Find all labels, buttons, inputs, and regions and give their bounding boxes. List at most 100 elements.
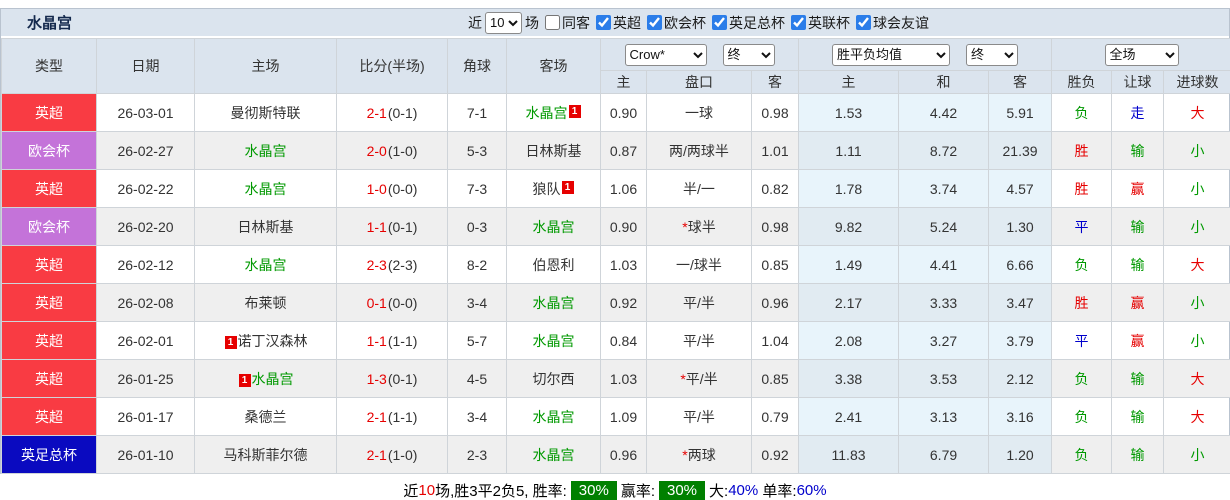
filter-checkbox[interactable] — [545, 15, 560, 30]
filter-item[interactable]: 同客 — [545, 13, 590, 33]
team-name[interactable]: 水晶宫 — [526, 105, 568, 121]
team-name[interactable]: 诺丁汉森林 — [238, 333, 308, 349]
corner-cell: 7-3 — [447, 169, 507, 208]
home-team-cell: 1 水晶宫 — [194, 359, 337, 398]
summary-segment: 30% — [570, 481, 617, 500]
halftime-score: (0-1) — [387, 218, 418, 235]
home-team-cell: 水晶宫 — [194, 131, 337, 170]
odds-away-cell: 1.04 — [750, 321, 800, 360]
odds-home-cell: 0.90 — [600, 93, 647, 132]
halftime-score: (1-0) — [387, 446, 418, 463]
goals-cell: 小 — [1163, 169, 1230, 208]
odds-company-select[interactable]: Crow* — [624, 43, 707, 66]
team-name[interactable]: 水晶宫 — [245, 143, 287, 159]
match-count-select[interactable]: 10 — [485, 11, 522, 34]
corner-cell: 5-7 — [447, 321, 507, 360]
league-cell: 欧会杯 — [1, 131, 97, 170]
col-header-result: 胜负 — [1051, 70, 1113, 94]
team-name[interactable]: 水晶宫 — [533, 219, 575, 235]
handicap-result-cell: 赢 — [1111, 283, 1165, 322]
avg-home-cell: 11.83 — [798, 435, 900, 474]
team-name[interactable]: 水晶宫 — [533, 333, 575, 349]
avg-draw-cell: 4.41 — [898, 245, 990, 284]
odds-away-cell: 0.92 — [750, 435, 800, 474]
team-name[interactable]: 水晶宫 — [533, 409, 575, 425]
team-name[interactable]: 日林斯基 — [238, 219, 294, 235]
filter-checkbox[interactable] — [647, 15, 662, 30]
odds-home-cell: 0.92 — [600, 283, 647, 322]
halftime-score: (0-1) — [387, 104, 418, 121]
handicap-cell: *两球 — [646, 435, 752, 474]
col-header-handicap: 盘口 — [646, 70, 752, 94]
team-name[interactable]: 切尔西 — [533, 371, 575, 387]
handicap-text: 半/一 — [683, 180, 715, 197]
col-header-avg-draw: 和 — [898, 70, 990, 94]
avg-home-cell: 9.82 — [798, 207, 900, 246]
filter-checkbox[interactable] — [791, 15, 806, 30]
away-team-cell: 日林斯基 — [506, 131, 601, 170]
handicap-cell: 平/半 — [646, 321, 752, 360]
score-cell: 1-1(0-1) — [336, 207, 448, 246]
avg-state-select[interactable]: 终 — [966, 43, 1019, 66]
fulltime-score: 2-1 — [366, 104, 387, 121]
result-cell: 负 — [1051, 435, 1113, 474]
match-row: 英超 26-02-01 1 诺丁汉森林 1-1(1-1) 5-7 水晶宫 0.84 平/半 1.0… — [1, 321, 1230, 360]
filter-item[interactable]: 球会友谊 — [856, 13, 929, 33]
goals-cell: 小 — [1163, 321, 1230, 360]
team-name[interactable]: 伯恩利 — [533, 257, 575, 273]
team-name[interactable]: 布莱顿 — [245, 295, 287, 311]
team-name[interactable]: 日林斯基 — [526, 143, 582, 159]
filter-item[interactable]: 英联杯 — [791, 13, 850, 33]
date-cell: 26-03-01 — [96, 93, 195, 132]
handicap-text: 平/半 — [683, 408, 715, 425]
team-name[interactable]: 桑德兰 — [245, 409, 287, 425]
odds-away-cell: 0.85 — [750, 359, 800, 398]
col-header-avg-away: 客 — [988, 70, 1053, 94]
handicap-result-cell: 赢 — [1111, 321, 1165, 360]
handicap-cell: 一/球半 — [646, 245, 752, 284]
team-name[interactable]: 水晶宫 — [533, 447, 575, 463]
team-name[interactable]: 水晶宫 — [252, 371, 294, 387]
filter-item[interactable]: 英足总杯 — [712, 13, 785, 33]
team-name[interactable]: 水晶宫 — [533, 295, 575, 311]
team-name[interactable]: 水晶宫 — [245, 257, 287, 273]
handicap-result-cell: 输 — [1111, 397, 1165, 436]
score-cell: 1-1(1-1) — [336, 321, 448, 360]
team-name[interactable]: 水晶宫 — [245, 181, 287, 197]
date-cell: 26-02-01 — [96, 321, 195, 360]
corner-cell: 7-1 — [447, 93, 507, 132]
avg-home-cell: 2.41 — [798, 397, 900, 436]
avg-away-cell: 3.47 — [988, 283, 1053, 322]
avg-home-cell: 2.17 — [798, 283, 900, 322]
summary-segment: 60% — [796, 482, 827, 499]
handicap-cell: 半/一 — [646, 169, 752, 208]
odds-state-select[interactable]: 终 — [722, 43, 775, 66]
away-team-cell: 水晶宫 — [506, 321, 601, 360]
odds-home-cell: 1.06 — [600, 169, 647, 208]
goals-cell: 小 — [1163, 207, 1230, 246]
filter-checkbox[interactable] — [712, 15, 727, 30]
scope-select[interactable]: 全场 — [1104, 43, 1179, 66]
filter-item[interactable]: 欧会杯 — [647, 13, 706, 33]
date-cell: 26-01-25 — [96, 359, 195, 398]
stats-panel: 水晶宫 近 10 场 同客 英超 欧会杯 英足总杯 英联杯 球会友谊 类型 日期 主场 比… — [0, 8, 1230, 474]
team-name[interactable]: 狼队 — [533, 181, 561, 197]
avg-draw-cell: 6.79 — [898, 435, 990, 474]
goals-cell: 大 — [1163, 397, 1230, 436]
away-team-cell: 水晶宫 — [506, 397, 601, 436]
avg-select[interactable]: 胜平负均值 — [832, 43, 951, 66]
halftime-score: (1-1) — [387, 408, 418, 425]
avg-away-cell: 5.91 — [988, 93, 1053, 132]
avg-away-cell: 6.66 — [988, 245, 1053, 284]
league-cell: 英足总杯 — [1, 435, 97, 474]
handicap-cell: 两/两球半 — [646, 131, 752, 170]
filter-checkbox[interactable] — [596, 15, 611, 30]
team-name[interactable]: 马科斯菲尔德 — [224, 447, 308, 463]
team-name[interactable]: 曼彻斯特联 — [231, 105, 301, 121]
home-team-cell: 水晶宫 — [194, 169, 337, 208]
match-row: 英超 26-01-17 桑德兰 2-1(1-1) 3-4 水晶宫 1.09 平/半 0.79 2.… — [1, 397, 1230, 436]
filter-item[interactable]: 英超 — [596, 13, 641, 33]
league-cell: 英超 — [1, 93, 97, 132]
col-header-handicap-result: 让球 — [1111, 70, 1165, 94]
filter-checkbox[interactable] — [856, 15, 871, 30]
